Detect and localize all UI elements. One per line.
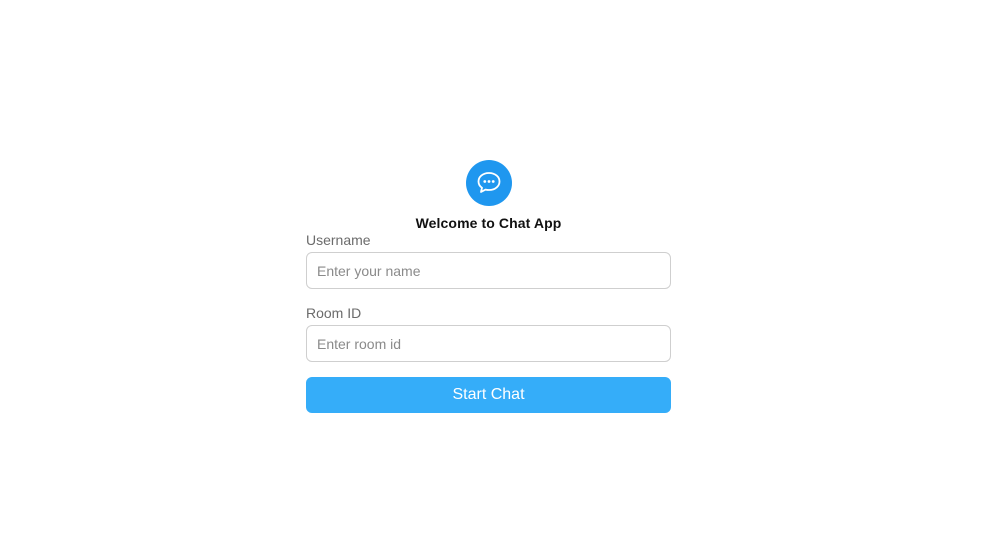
room-id-input[interactable] bbox=[306, 325, 671, 362]
page-title: Welcome to Chat App bbox=[415, 215, 562, 231]
username-input[interactable] bbox=[306, 252, 671, 289]
room-id-label: Room ID bbox=[306, 305, 362, 321]
logo-container bbox=[306, 160, 671, 206]
username-label: Username bbox=[306, 232, 371, 248]
start-chat-button[interactable]: Start Chat bbox=[306, 377, 671, 413]
chat-bubbles-icon bbox=[465, 160, 512, 206]
join-chat-form: Welcome to Chat App Username Room ID Sta… bbox=[306, 160, 671, 413]
login-page: Welcome to Chat App Username Room ID Sta… bbox=[0, 0, 1000, 533]
